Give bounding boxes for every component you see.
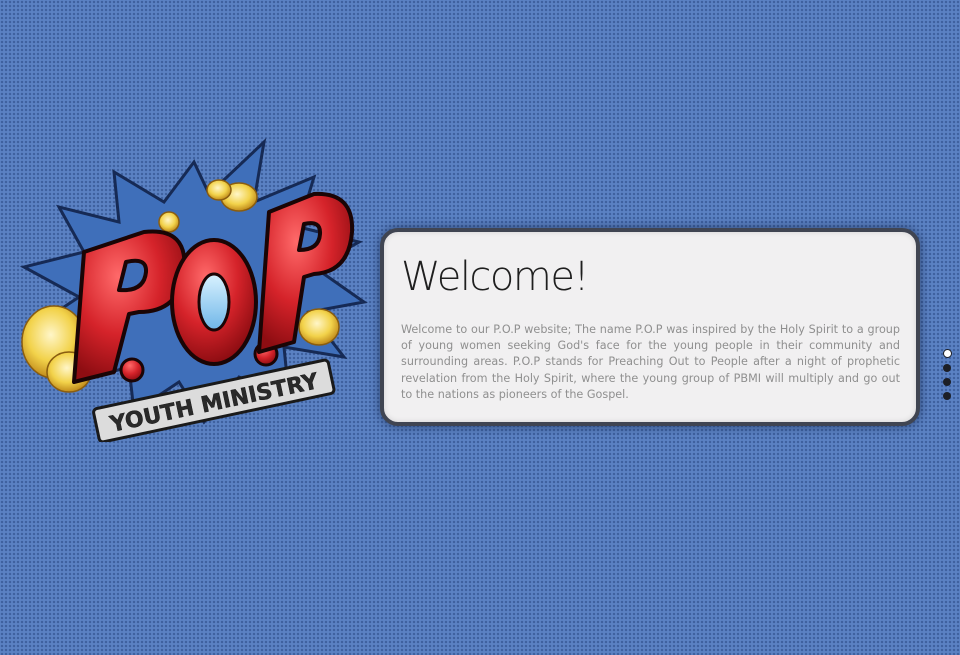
welcome-text: Welcome to our P.O.P website; The name P… (401, 323, 900, 401)
slide-pagination (942, 349, 953, 406)
slide-dot-4[interactable] (943, 392, 951, 400)
pop-youth-ministry-logo: YOUTH MINISTRY (14, 132, 374, 442)
slide-dot-1[interactable] (942, 349, 952, 358)
welcome-card: Welcome! Welcome to our P.O.P website; T… (380, 228, 920, 426)
slide-dot-2[interactable] (943, 364, 951, 372)
slide-dot-3[interactable] (943, 378, 951, 386)
welcome-title: Welcome! (401, 254, 590, 300)
letter-o (170, 238, 258, 366)
